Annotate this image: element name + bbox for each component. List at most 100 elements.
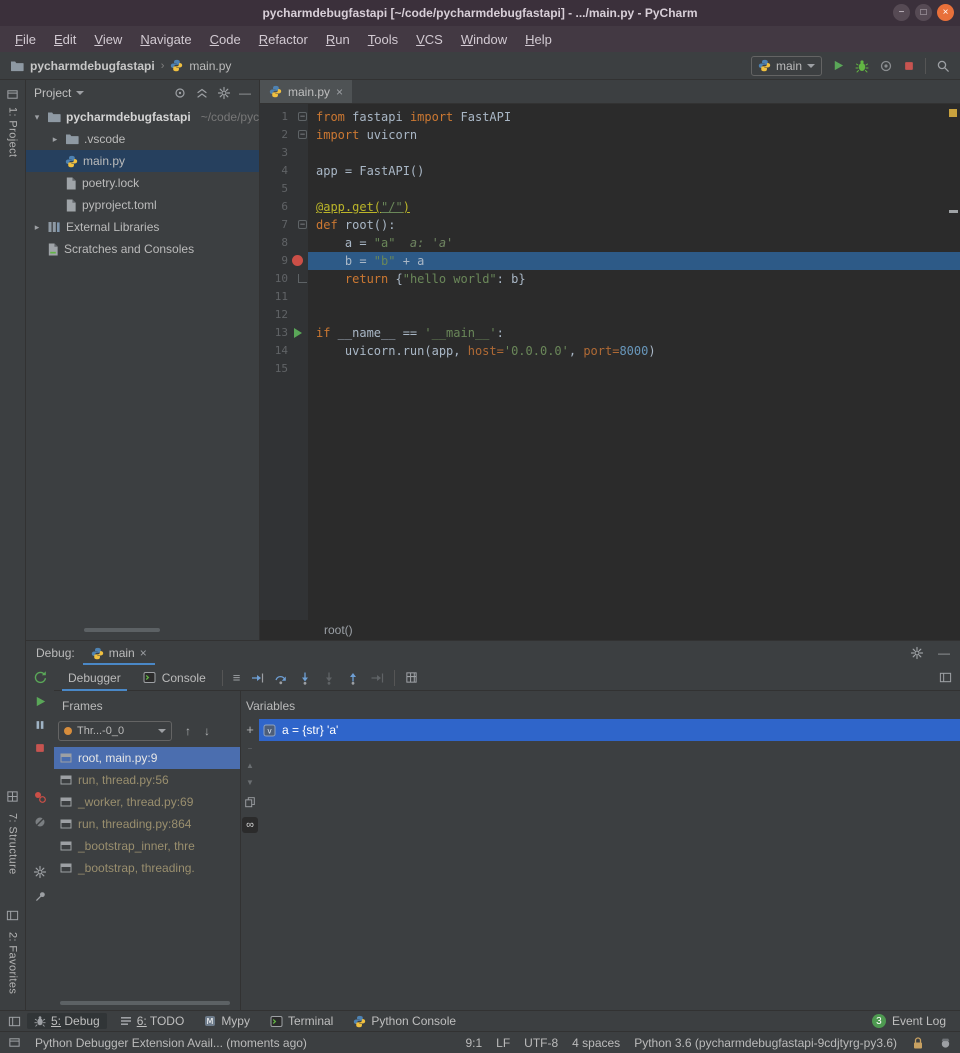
code-text[interactable] [308, 360, 960, 378]
tree-item-pycharmdebugfastapi[interactable]: ▾pycharmdebugfastapi~/code/pycharmdebugf… [26, 106, 259, 128]
stop-button[interactable] [903, 60, 915, 72]
fold-minus-icon[interactable]: − [298, 112, 307, 121]
statusbar-widget-utf-8[interactable]: UTF-8 [524, 1036, 558, 1050]
code-editor[interactable]: 1−from fastapi import FastAPI2−import uv… [260, 104, 960, 620]
frame-item-bootstrap-threading[interactable]: _bootstrap, threading. [54, 857, 240, 879]
menu-help[interactable]: Help [516, 28, 561, 51]
thread-select[interactable]: Thr...-0_0 [58, 721, 172, 741]
toggle-toolwindows-icon[interactable] [8, 1036, 21, 1049]
gutter[interactable]: 1− [260, 108, 308, 126]
menu-file[interactable]: File [6, 28, 45, 51]
toolwindow-button-structure[interactable]: 7: Structure [7, 813, 19, 875]
move-down-icon[interactable]: ▼ [246, 779, 254, 787]
frame-item-run-thread-py-56[interactable]: run, thread.py:56 [54, 769, 240, 791]
menu-window[interactable]: Window [452, 28, 516, 51]
statusbar-widget-9-1[interactable]: 9:1 [465, 1036, 482, 1050]
code-text[interactable] [308, 144, 960, 162]
menu-vcs[interactable]: VCS [407, 28, 452, 51]
project-horizontal-scrollbar[interactable] [84, 628, 160, 632]
close-icon[interactable]: × [140, 647, 147, 659]
chevron-down-icon[interactable] [76, 91, 84, 95]
gutter[interactable]: 8 [260, 234, 308, 252]
step-out-icon[interactable] [346, 671, 360, 685]
code-text[interactable]: from fastapi import FastAPI [308, 108, 960, 126]
tab-console[interactable]: Console [137, 665, 212, 691]
menu-code[interactable]: Code [201, 28, 250, 51]
structure-toolwindow-icon[interactable] [6, 790, 19, 803]
menu-edit[interactable]: Edit [45, 28, 85, 51]
breadcrumb-project[interactable]: pycharmdebugfastapi [30, 59, 155, 73]
tree-item-pyproject-toml[interactable]: pyproject.toml [26, 194, 259, 216]
tab-debugger[interactable]: Debugger [62, 665, 127, 691]
locate-file-icon[interactable] [173, 86, 187, 100]
code-text[interactable]: @app.get("/") [308, 198, 960, 216]
close-icon[interactable]: × [336, 86, 343, 98]
chevron-down-icon[interactable]: ▾ [32, 112, 42, 123]
run-configuration-select[interactable]: main [751, 56, 822, 76]
code-text[interactable]: import uvicorn [308, 126, 960, 144]
chevron-right-icon[interactable]: ▸ [32, 222, 42, 233]
gutter[interactable]: 14 [260, 342, 308, 360]
gutter[interactable]: 11 [260, 288, 308, 306]
inspection-status-marker[interactable] [949, 109, 957, 117]
add-watch-icon[interactable]: + [246, 723, 254, 736]
toolwindow-button-mypy[interactable]: MMypy [197, 1013, 257, 1029]
view-breakpoints-icon[interactable] [33, 790, 47, 804]
tree-item-poetry-lock[interactable]: poetry.lock [26, 172, 259, 194]
code-text[interactable]: uvicorn.run(app, host='0.0.0.0', port=80… [308, 342, 960, 360]
collapse-all-icon[interactable] [195, 86, 209, 100]
remove-watch-icon[interactable]: − [248, 745, 253, 753]
fold-minus-icon[interactable]: − [298, 130, 307, 139]
toolwindow-button-5-debug[interactable]: 5: Debug [27, 1013, 107, 1029]
menu-view[interactable]: View [85, 28, 131, 51]
editor-tab-main-py[interactable]: main.py × [260, 80, 352, 103]
layout-options-icon[interactable]: ≡ [233, 670, 241, 685]
breakpoint-icon[interactable] [292, 255, 303, 266]
code-text[interactable]: b = "b" + a [308, 252, 960, 270]
tree-item-vscode[interactable]: ▸.vscode [26, 128, 259, 150]
hide-panel-icon[interactable]: — [938, 646, 950, 660]
restore-layout-icon[interactable] [939, 671, 952, 684]
menu-run[interactable]: Run [317, 28, 359, 51]
project-panel-title[interactable]: Project [34, 86, 71, 100]
run-to-cursor-icon[interactable] [370, 671, 384, 685]
minimize-button[interactable]: − [893, 4, 910, 21]
gear-icon[interactable] [217, 86, 231, 100]
rerun-icon[interactable] [33, 670, 47, 684]
lock-icon[interactable] [911, 1036, 925, 1050]
stop-icon[interactable] [34, 742, 46, 754]
gutter[interactable]: 10 [260, 270, 308, 288]
pin-icon[interactable] [34, 890, 47, 903]
code-text[interactable]: return {"hello world": b} [308, 270, 960, 288]
gutter[interactable]: 2− [260, 126, 308, 144]
event-log-button[interactable]: 3 Event Log [872, 1014, 946, 1028]
menu-navigate[interactable]: Navigate [131, 28, 200, 51]
run-arrow-icon[interactable] [294, 328, 302, 338]
pause-icon[interactable] [34, 719, 46, 731]
toolwindow-button-favorites[interactable]: 2: Favorites [7, 932, 19, 994]
hector-inspector-icon[interactable] [939, 1036, 952, 1049]
frame-item-root-main-py-9[interactable]: root, main.py:9 [54, 747, 240, 769]
show-return-values-icon[interactable]: ∞ [242, 817, 258, 833]
hide-panel-icon[interactable]: — [239, 86, 251, 100]
move-up-icon[interactable]: ▲ [246, 762, 254, 770]
debug-session-tab[interactable]: main × [83, 641, 155, 665]
code-text[interactable]: def root(): [308, 216, 960, 234]
fold-minus-icon[interactable]: − [298, 220, 307, 229]
debug-button[interactable] [855, 59, 869, 73]
code-text[interactable] [308, 288, 960, 306]
run-button[interactable] [832, 59, 845, 72]
close-button[interactable]: × [937, 4, 954, 21]
next-frame-icon[interactable]: ↓ [204, 725, 210, 737]
frame-item-bootstrap-inner-thre[interactable]: _bootstrap_inner, thre [54, 835, 240, 857]
statusbar-widget-lf[interactable]: LF [496, 1036, 510, 1050]
statusbar-widget-4-spaces[interactable]: 4 spaces [572, 1036, 620, 1050]
breadcrumb-scope[interactable]: root() [324, 623, 353, 637]
gutter[interactable]: 9 [260, 252, 308, 270]
menu-refactor[interactable]: Refactor [250, 28, 317, 51]
statusbar-widget-python-3-6-pycharmdebugfastapi-9cdjtyrg-py3-6[interactable]: Python 3.6 (pycharmdebugfastapi-9cdjtyrg… [634, 1036, 897, 1050]
gear-icon[interactable] [910, 646, 924, 660]
mute-breakpoints-icon[interactable] [33, 815, 47, 829]
gutter[interactable]: 6 [260, 198, 308, 216]
gutter[interactable]: 3 [260, 144, 308, 162]
